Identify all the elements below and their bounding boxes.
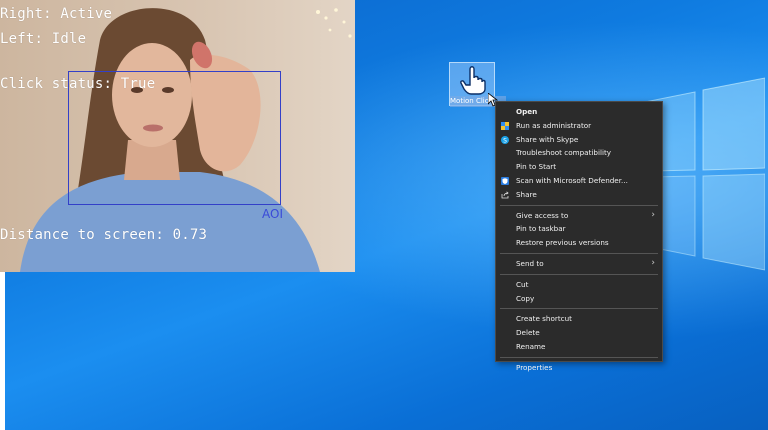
aoi-label: AOI: [262, 207, 283, 221]
menu-item-give-access-to[interactable]: Give access to ›: [496, 209, 662, 223]
chevron-right-icon: ›: [651, 209, 655, 220]
menu-separator: [500, 204, 658, 206]
menu-separator: [500, 273, 658, 275]
menu-item-pin-to-taskbar[interactable]: Pin to taskbar: [496, 222, 662, 236]
menu-separator: [500, 356, 658, 358]
admin-shield-icon: [501, 121, 509, 130]
aoi-bounding-box: [68, 71, 281, 205]
menu-item-pin-to-start[interactable]: Pin to Start: [496, 160, 662, 174]
menu-item-share[interactable]: Share: [496, 188, 662, 202]
menu-item-run-as-administrator[interactable]: Run as administrator: [496, 119, 662, 133]
right-eye-status: Right: Active: [0, 6, 113, 22]
left-eye-status: Left: Idle: [0, 31, 87, 47]
webcam-feed: Right: Active Left: Idle Click status: T…: [0, 0, 355, 272]
svg-text:S: S: [503, 137, 507, 144]
menu-item-restore-previous-versions[interactable]: Restore previous versions: [496, 236, 662, 250]
menu-item-open[interactable]: Open: [496, 105, 662, 119]
chevron-right-icon: ›: [651, 257, 655, 268]
menu-item-rename[interactable]: Rename: [496, 340, 662, 354]
menu-item-send-to[interactable]: Send to ›: [496, 257, 662, 271]
skype-icon: S: [501, 135, 509, 144]
menu-item-cut[interactable]: Cut: [496, 278, 662, 292]
menu-separator: [500, 308, 658, 310]
hand-pointer-icon: [460, 66, 486, 95]
menu-item-copy[interactable]: Copy: [496, 292, 662, 306]
share-icon: [501, 191, 509, 199]
distance-to-screen: Distance to screen: 0.73: [0, 227, 208, 243]
menu-separator: [500, 252, 658, 254]
menu-item-troubleshoot-compatibility[interactable]: Troubleshoot compatibility: [496, 146, 662, 160]
defender-icon: [501, 176, 509, 185]
menu-item-scan-with-defender[interactable]: Scan with Microsoft Defender...: [496, 174, 662, 188]
menu-item-share-with-skype[interactable]: S Share with Skype: [496, 133, 662, 147]
menu-item-delete[interactable]: Delete: [496, 326, 662, 340]
menu-item-properties[interactable]: Properties: [496, 361, 662, 375]
context-menu: Open Run as administrator S Share with S…: [495, 101, 663, 372]
menu-item-create-shortcut[interactable]: Create shortcut: [496, 312, 662, 326]
